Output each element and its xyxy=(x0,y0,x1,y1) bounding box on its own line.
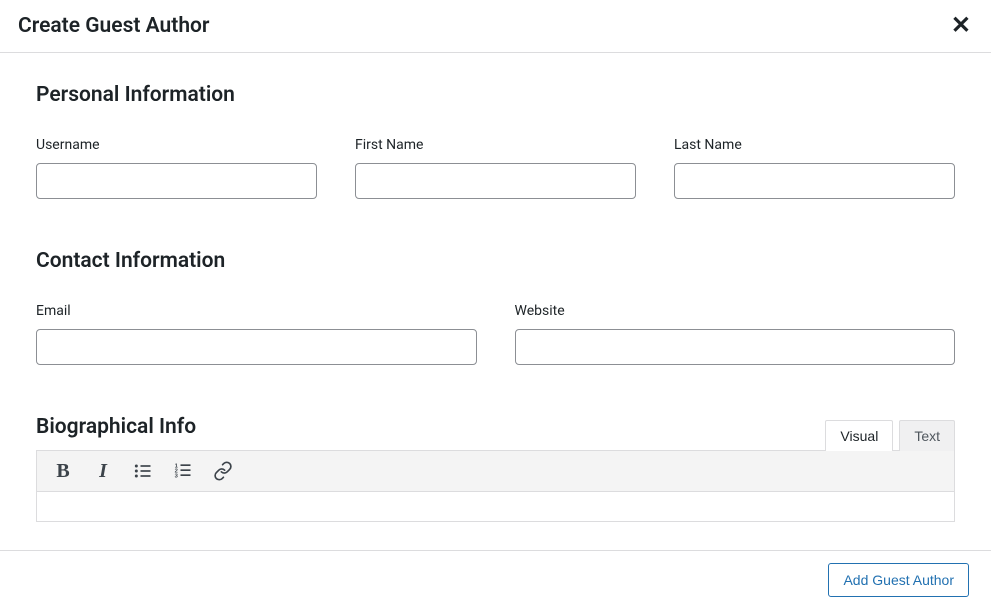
italic-button[interactable]: I xyxy=(91,459,115,483)
section-title-bio: Biographical Info xyxy=(36,415,196,439)
website-label: Website xyxy=(515,303,956,319)
modal-body-scroll[interactable]: Personal Information Username First Name… xyxy=(0,53,991,550)
contact-info-section: Contact Information Email Website xyxy=(36,249,955,365)
email-input[interactable] xyxy=(36,329,477,365)
lastname-label: Last Name xyxy=(674,137,955,153)
website-input[interactable] xyxy=(515,329,956,365)
section-title-personal: Personal Information xyxy=(36,83,955,107)
editor-content-area[interactable] xyxy=(36,492,955,522)
bullet-list-button[interactable] xyxy=(131,459,155,483)
personal-info-section: Personal Information Username First Name… xyxy=(36,83,955,199)
modal-title: Create Guest Author xyxy=(18,14,210,38)
svg-text:3: 3 xyxy=(175,474,179,480)
firstname-label: First Name xyxy=(355,137,636,153)
numbered-list-button[interactable]: 1 2 3 xyxy=(171,459,195,483)
editor-toolbar: B I 1 xyxy=(36,450,955,492)
numbered-list-icon: 1 2 3 xyxy=(173,461,193,481)
bold-button[interactable]: B xyxy=(51,459,75,483)
tab-text[interactable]: Text xyxy=(899,420,955,451)
modal-header: Create Guest Author ✕ xyxy=(0,0,991,53)
italic-icon: I xyxy=(99,460,107,483)
email-label: Email xyxy=(36,303,477,319)
close-icon: ✕ xyxy=(951,12,971,39)
firstname-input[interactable] xyxy=(355,163,636,199)
username-input[interactable] xyxy=(36,163,317,199)
editor-tabs: Visual Text xyxy=(825,420,955,451)
bold-icon: B xyxy=(56,460,69,483)
tab-visual[interactable]: Visual xyxy=(825,420,893,451)
link-icon xyxy=(213,461,233,481)
add-guest-author-button[interactable]: Add Guest Author xyxy=(828,563,969,597)
username-label: Username xyxy=(36,137,317,153)
bio-section: Biographical Info Visual Text B I xyxy=(36,415,955,522)
close-button[interactable]: ✕ xyxy=(951,14,971,38)
lastname-input[interactable] xyxy=(674,163,955,199)
link-button[interactable] xyxy=(211,459,235,483)
section-title-contact: Contact Information xyxy=(36,249,955,273)
modal-footer: Add Guest Author xyxy=(0,550,991,608)
bullet-list-icon xyxy=(133,461,153,481)
